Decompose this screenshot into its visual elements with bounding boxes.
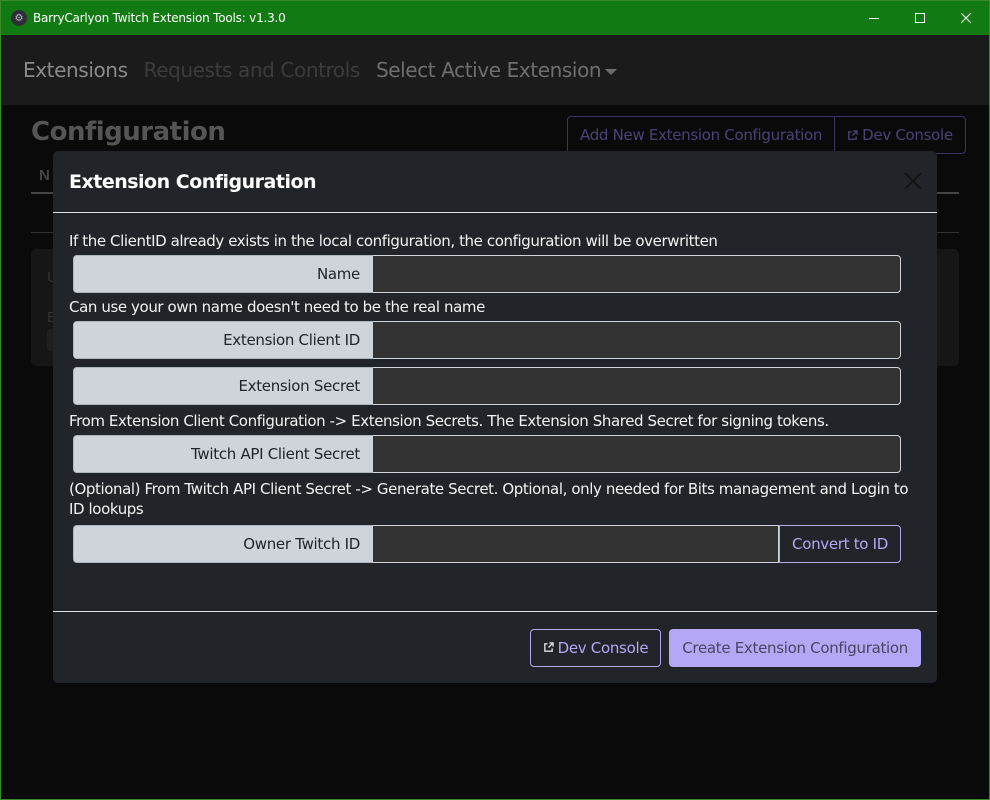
nav-select-active-extension[interactable]: Select Active Extension	[375, 58, 618, 82]
external-link-icon	[543, 642, 554, 652]
nav-select-label: Select Active Extension	[375, 58, 602, 82]
extension-configuration-modal: Extension Configuration If the ClientID …	[53, 151, 937, 683]
modal-title: Extension Configuration	[69, 170, 317, 193]
app-logo-icon: ⚙	[11, 10, 27, 26]
close-icon	[904, 172, 922, 190]
caret-down-icon	[605, 68, 618, 75]
add-new-extension-configuration-button[interactable]: Add New Extension Configuration	[568, 117, 834, 153]
page-title: Configuration	[31, 117, 226, 147]
api-secret-label: Twitch API Client Secret	[73, 435, 373, 473]
main-navbar: Extensions Requests and Controls Select …	[1, 35, 989, 105]
nav-extensions[interactable]: Extensions	[23, 58, 128, 82]
extension-secret-label: Extension Secret	[73, 367, 373, 405]
api-secret-input[interactable]	[373, 435, 901, 473]
external-link-icon	[848, 129, 858, 140]
owner-id-label: Owner Twitch ID	[73, 525, 373, 563]
client-id-input[interactable]	[373, 321, 901, 359]
intro-help-text: If the ClientID already exists in the lo…	[69, 232, 718, 250]
dev-console-label: Dev Console	[557, 638, 649, 657]
modal-close-button[interactable]	[903, 171, 923, 191]
client-id-label: Extension Client ID	[73, 321, 373, 359]
name-label: Name	[73, 255, 373, 293]
extension-secret-input-group: Extension Secret	[73, 367, 901, 405]
app-window: ⚙ BarryCarlyon Twitch Extension Tools: v…	[0, 0, 990, 800]
minimize-button[interactable]	[851, 1, 897, 35]
maximize-button[interactable]	[897, 1, 943, 35]
window-title: BarryCarlyon Twitch Extension Tools: v1.…	[33, 11, 286, 25]
name-input-group: Name	[73, 255, 901, 293]
minimize-icon	[868, 17, 879, 19]
nav-requests-and-controls: Requests and Controls	[143, 58, 361, 82]
title-bar: ⚙ BarryCarlyon Twitch Extension Tools: v…	[1, 1, 989, 35]
config-actions: Add New Extension Configuration Dev Cons…	[567, 116, 966, 154]
convert-to-id-button[interactable]: Convert to ID	[779, 525, 901, 563]
background-tab: N	[39, 167, 50, 184]
dev-console-button-top[interactable]: Dev Console	[834, 117, 965, 153]
owner-id-input-group: Owner Twitch ID Convert to ID	[73, 525, 901, 563]
modal-footer: Dev Console Create Extension Configurati…	[53, 611, 937, 683]
maximize-icon	[914, 12, 925, 23]
name-input[interactable]	[373, 255, 901, 293]
name-help-text: Can use your own name doesn't need to be…	[69, 298, 485, 316]
modal-body: If the ClientID already exists in the lo…	[53, 213, 937, 563]
close-window-button[interactable]	[943, 1, 989, 35]
extension-secret-input[interactable]	[373, 367, 901, 405]
dev-console-button[interactable]: Dev Console	[529, 628, 662, 667]
owner-id-input[interactable]	[373, 525, 780, 563]
modal-header: Extension Configuration	[53, 151, 937, 213]
dev-console-label: Dev Console	[862, 126, 953, 144]
create-extension-configuration-button[interactable]: Create Extension Configuration	[669, 628, 921, 667]
close-icon	[960, 12, 971, 23]
client-id-input-group: Extension Client ID	[73, 321, 901, 359]
extension-secret-help-text: From Extension Client Configuration -> E…	[69, 412, 829, 430]
api-secret-input-group: Twitch API Client Secret	[73, 435, 901, 473]
api-secret-help-text: (Optional) From Twitch API Client Secret…	[69, 480, 909, 518]
